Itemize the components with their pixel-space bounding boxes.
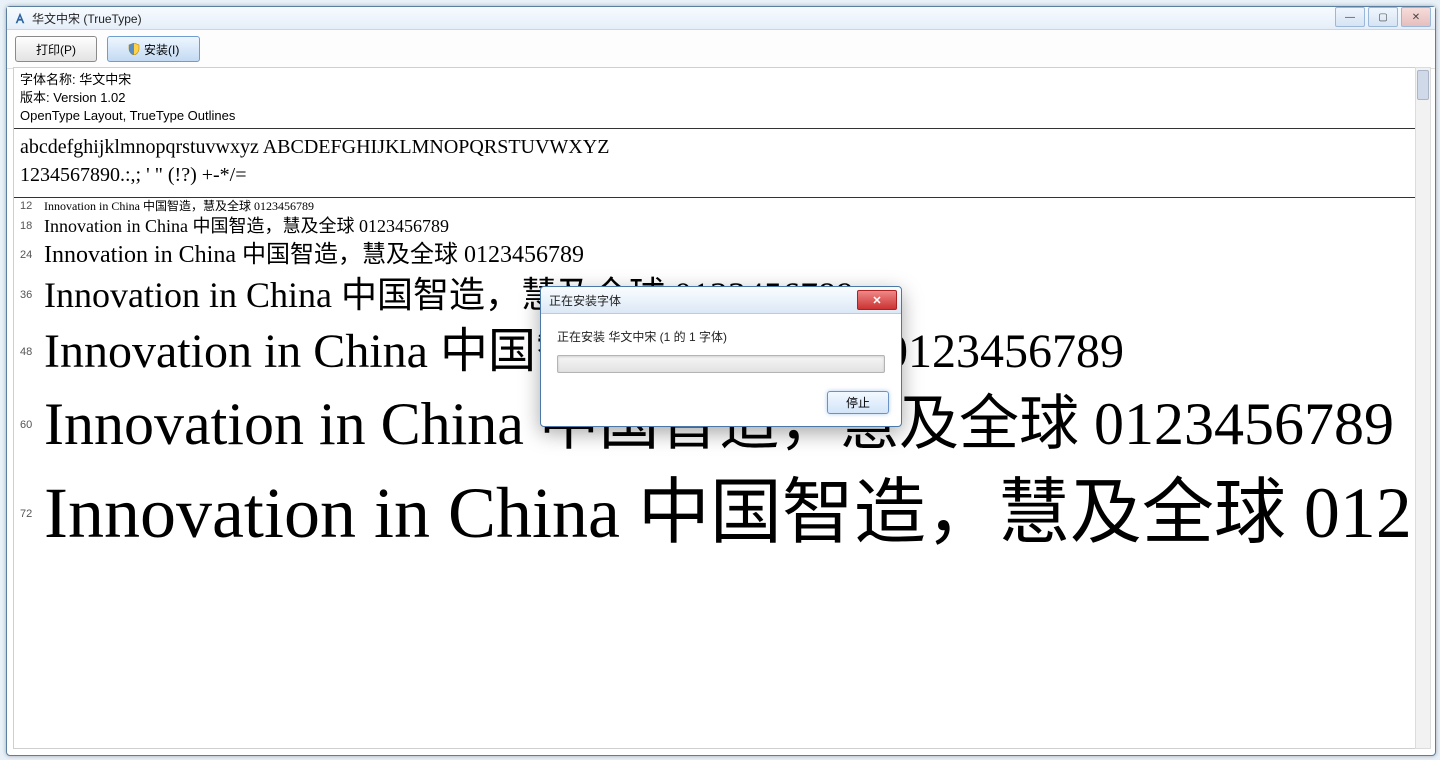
window-title: 华文中宋 (TrueType) — [32, 10, 142, 27]
dialog-titlebar[interactable]: 正在安装字体 ✕ — [541, 287, 901, 314]
font-tech-line: OpenType Layout, TrueType Outlines — [20, 107, 1410, 125]
installing-font-dialog: 正在安装字体 ✕ 正在安装 华文中宋 (1 的 1 字体) 停止 — [540, 286, 902, 427]
vertical-scrollbar[interactable] — [1415, 67, 1431, 749]
sample-row-72: 72Innovation in China 中国智造，慧及全球 01234567… — [20, 465, 1416, 562]
uac-shield-icon — [128, 43, 140, 55]
install-progressbar — [557, 355, 885, 373]
sample-text: Innovation in China 中国智造，慧及全球 0123456789 — [44, 465, 1416, 562]
dialog-footer: 停止 — [541, 383, 901, 426]
install-button[interactable]: 安装(I) — [107, 36, 200, 62]
sample-size-label: 24 — [20, 249, 44, 261]
dialog-title-text: 正在安装字体 — [549, 292, 621, 309]
sample-text: Innovation in China 中国智造，慧及全球 0123456789 — [44, 239, 1416, 271]
titlebar[interactable]: 华文中宋 (TrueType) — ▢ ✕ — [7, 7, 1435, 30]
sample-text: Innovation in China 中国智造，慧及全球 0123456789 — [44, 198, 1416, 214]
dialog-body: 正在安装 华文中宋 (1 的 1 字体) — [541, 314, 901, 383]
sample-row-24: 24Innovation in China 中国智造，慧及全球 01234567… — [20, 239, 1416, 271]
sample-row-18: 18Innovation in China 中国智造，慧及全球 01234567… — [20, 214, 1416, 238]
scrollbar-thumb[interactable] — [1417, 70, 1429, 100]
font-metadata: 字体名称: 华文中宋 版本: Version 1.02 OpenType Lay… — [14, 68, 1416, 129]
font-app-icon — [13, 11, 27, 25]
print-button[interactable]: 打印(P) — [15, 36, 97, 62]
character-set-sample: abcdefghijklmnopqrstuvwxyz ABCDEFGHIJKLM… — [14, 129, 1416, 198]
sample-size-label: 36 — [20, 289, 44, 301]
charset-symbols: 1234567890.:,; ' " (!?) +-*/= — [20, 161, 1410, 189]
sample-size-label: 72 — [20, 508, 44, 520]
window-controls: — ▢ ✕ — [1332, 7, 1431, 27]
sample-size-label: 12 — [20, 200, 44, 212]
sample-size-label: 60 — [20, 419, 44, 431]
dialog-close-button[interactable]: ✕ — [857, 290, 897, 310]
dialog-message: 正在安装 华文中宋 (1 的 1 字体) — [557, 328, 885, 345]
charset-alpha: abcdefghijklmnopqrstuvwxyz ABCDEFGHIJKLM… — [20, 133, 1410, 161]
minimize-button[interactable]: — — [1335, 7, 1365, 27]
toolbar: 打印(P) 安装(I) — [7, 30, 1435, 69]
font-version-line: 版本: Version 1.02 — [20, 89, 1410, 107]
stop-button[interactable]: 停止 — [827, 391, 889, 414]
maximize-button[interactable]: ▢ — [1368, 7, 1398, 27]
font-name-line: 字体名称: 华文中宋 — [20, 71, 1410, 89]
close-button[interactable]: ✕ — [1401, 7, 1431, 27]
sample-row-12: 12Innovation in China 中国智造，慧及全球 01234567… — [20, 198, 1416, 214]
sample-size-label: 48 — [20, 346, 44, 358]
sample-size-label: 18 — [20, 220, 44, 232]
install-button-label: 安装(I) — [144, 41, 179, 58]
sample-text: Innovation in China 中国智造，慧及全球 0123456789 — [44, 214, 1416, 238]
